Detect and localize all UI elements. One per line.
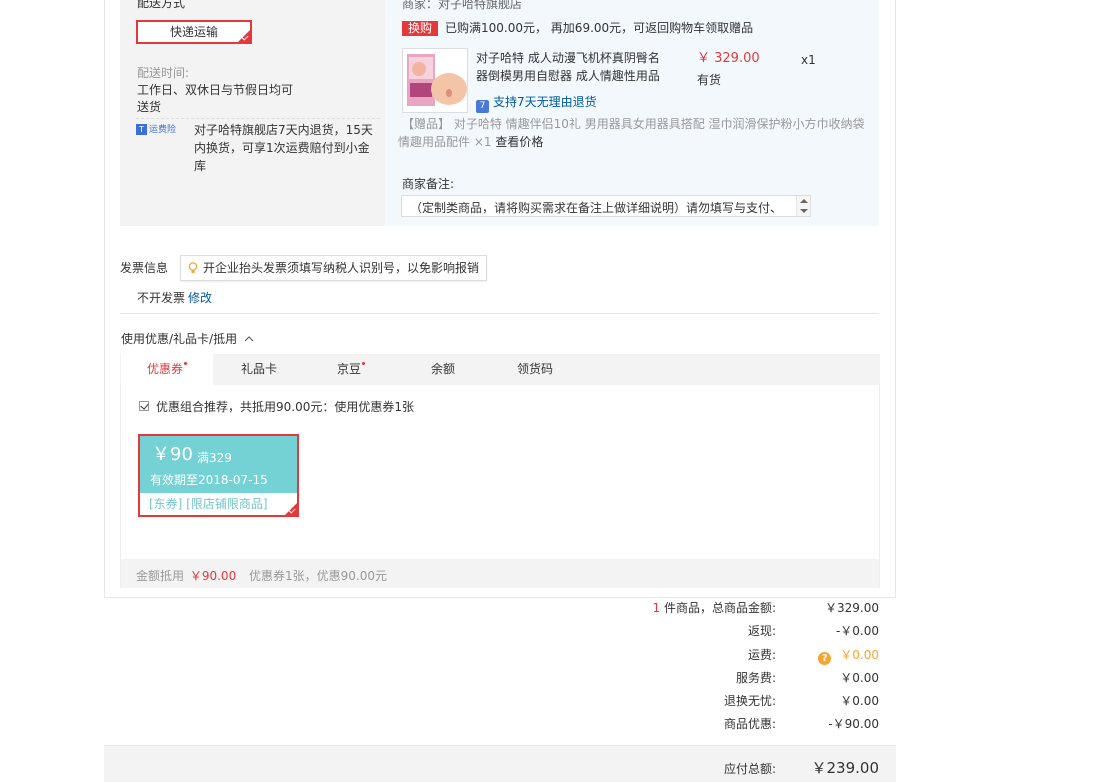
swap-tag: 换购 (402, 21, 438, 36)
express-delivery-button[interactable]: 快递运输 (136, 20, 252, 44)
tab-pickup-code[interactable]: 领货码 (489, 354, 581, 385)
service-fee-value: ￥0.00 (840, 671, 879, 685)
cashback-label: 返现: (747, 624, 776, 638)
coupon-condition: 满329 (197, 451, 232, 465)
tab-gift-card[interactable]: 礼品卡 (213, 354, 305, 385)
goods-total-value: ￥329.00 (825, 601, 879, 615)
return-policy: 7 支持7天无理由退货 (476, 94, 597, 113)
insurance-icon: T (136, 124, 147, 135)
coupon-amount: ￥90 (152, 444, 193, 465)
product-qty: x1 (801, 53, 816, 67)
new-dot-icon (184, 362, 187, 365)
chevron-up-icon (244, 336, 254, 342)
return-worry-free-label: 退换无忧: (723, 694, 776, 708)
gift-text-2: 情趣用品配件 ×1 (398, 135, 492, 149)
payable-bar (104, 745, 896, 782)
product-price: ￥ 329.00 (697, 51, 760, 66)
freight-label: 运费: (747, 648, 776, 662)
seven-day-return-icon: 7 (476, 100, 489, 113)
express-delivery-label: 快递运输 (169, 25, 218, 39)
cashback-value: -￥0.00 (835, 624, 879, 638)
coupon-scope: [东券] [限店铺限商品] (140, 493, 297, 515)
coupon-summary: 金额抵用 ￥90.00 优惠券1张，优惠90.00元 (121, 559, 879, 588)
delivery-time-value-2: 送货 (137, 100, 162, 114)
invoice-label: 发票信息 (120, 261, 169, 275)
insurance-text-3: 库 (194, 159, 207, 173)
freight-value: ? ￥0.00 (818, 647, 879, 665)
tab-jingdou[interactable]: 京豆 (305, 354, 397, 385)
insurance-text-2: 内换货，可享1次运费赔付到小金 (194, 141, 370, 155)
return-worry-free-value: ￥0.00 (840, 694, 879, 708)
delivery-time-label: 配送时间: (137, 66, 190, 80)
remark-label: 商家备注: (402, 177, 455, 191)
gift-tag: 【赠品】 (402, 117, 451, 131)
section-divider (120, 313, 879, 314)
discount-section-toggle[interactable]: 使用优惠/礼品卡/抵用 (121, 331, 254, 347)
recommend-text: 优惠组合推荐，共抵用90.00元：使用优惠券1张 (156, 400, 414, 414)
payable-label: 应付总额: (723, 762, 776, 776)
delivery-time-value: 工作日、双休日与节假日均可 (137, 83, 294, 97)
gift-check-price-link[interactable]: 查看价格 (495, 135, 543, 149)
coupon-expiry: 有效期至2018-07-15 (150, 473, 268, 487)
coupon-card[interactable]: ￥90 满329 有效期至2018-07-15 [东券] [限店铺限商品] (138, 434, 299, 517)
insurance-text: 对子哈特旗舰店7天内退货，15天 (194, 123, 373, 137)
gift-text: 对子哈特 情趣伴侣10礼 男用器具女用器具搭配 湿巾润滑保护粉小方巾收纳袋 (453, 117, 865, 131)
goods-discount-label: 商品优惠: (723, 717, 776, 731)
swap-text: 已购满100.00元， 再加69.00元，可返回购物车领取赠品 (445, 21, 754, 35)
invoice-value: 不开发票 (137, 291, 186, 305)
service-fee-label: 服务费: (735, 671, 776, 685)
coupon-card-top: ￥90 满329 有效期至2018-07-15 (140, 436, 297, 493)
remark-scrollbar[interactable] (796, 196, 810, 216)
new-dot-icon (362, 362, 365, 365)
product-thumbnail[interactable] (402, 48, 468, 113)
goods-discount-value: -￥90.00 (828, 717, 879, 731)
recommend-checkbox[interactable] (139, 401, 149, 411)
selected-check-icon (285, 503, 297, 515)
product-name-2[interactable]: 器倒模男用自慰器 成人情趣性用品 (476, 67, 660, 85)
lightbulb-icon (188, 262, 198, 273)
invoice-tip: 开企业抬头发票须填写纳税人识别号，以免影响报销 (180, 255, 487, 281)
stock-status: 有货 (697, 73, 722, 87)
merchant-name: 商家：对子哈特旗舰店 (402, 0, 523, 11)
gift-line: 【赠品】 对子哈特 情趣伴侣10礼 男用器具女用器具搭配 湿巾润滑保护粉小方巾收… (402, 115, 865, 133)
goods-total-label: 1 件商品，总商品金额: (652, 601, 776, 615)
gift-line-2: 情趣用品配件 ×1 查看价格 (398, 133, 543, 151)
scroll-up-icon (800, 199, 808, 203)
discount-section-title: 使用优惠/礼品卡/抵用 (121, 332, 238, 346)
freight-insurance-badge: T 运费险 (136, 124, 180, 136)
coupon-summary-amount: ￥90.00 (189, 569, 237, 583)
help-question-icon[interactable]: ? (818, 652, 832, 665)
invoice-edit-link[interactable]: 修改 (188, 290, 212, 306)
scroll-down-icon (800, 209, 808, 213)
selected-check-icon (238, 30, 250, 42)
shipping-method-label: 配送方式 (137, 0, 186, 10)
payable-value: ￥239.00 (811, 759, 880, 777)
coupon-summary-detail: 优惠券1张，优惠90.00元 (249, 569, 388, 583)
tab-coupons[interactable]: 优惠券 (121, 354, 213, 385)
shipping-divider (136, 118, 380, 119)
product-name[interactable]: 对子哈特 成人动漫飞机杯真阴臀名 (476, 49, 660, 67)
merchant-remark-input[interactable]: （定制类商品，请将购买需求在备注上做详细说明）请勿填写与支付、 (401, 195, 811, 217)
tab-balance[interactable]: 余额 (397, 354, 489, 385)
remark-text: （定制类商品，请将购买需求在备注上做详细说明）请勿填写与支付、 (410, 201, 783, 215)
